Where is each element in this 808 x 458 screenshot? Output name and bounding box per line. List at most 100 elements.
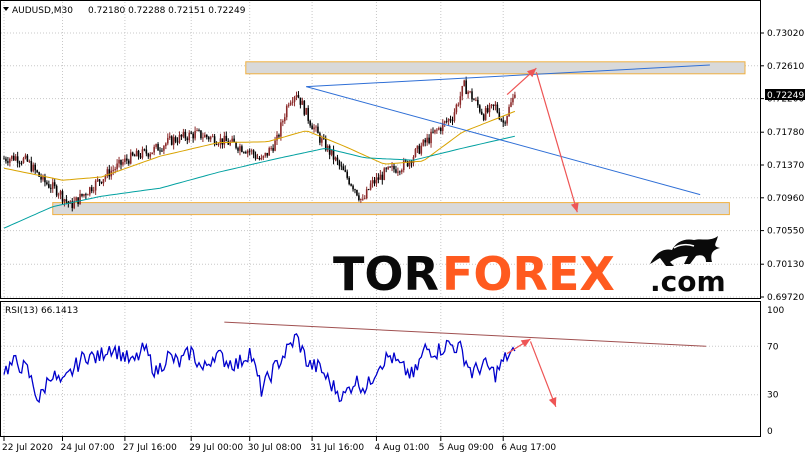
candle-body: [38, 172, 40, 177]
candle-body: [63, 199, 66, 202]
rsi-tick-label: 30: [767, 391, 779, 401]
candle-body: [174, 137, 177, 142]
candle-body: [375, 177, 378, 184]
candle-body: [264, 152, 267, 156]
candle-body: [420, 145, 423, 154]
candle-body: [20, 162, 23, 164]
candle-body: [475, 99, 477, 101]
candle-body: [120, 159, 122, 165]
candle-body: [262, 155, 265, 158]
candle-body: [352, 185, 354, 190]
candle-body: [79, 193, 81, 205]
candle-body: [104, 176, 107, 180]
candle-body: [295, 95, 298, 98]
candle-body: [401, 170, 403, 173]
candle-body: [196, 130, 198, 132]
candle-body: [34, 164, 36, 171]
candle-body: [354, 189, 356, 191]
candle-body: [9, 158, 11, 163]
candle-body: [221, 138, 224, 145]
candle-body: [254, 154, 257, 159]
candle-body: [118, 159, 120, 164]
candle-body: [332, 149, 335, 160]
candle-body: [143, 149, 146, 151]
rsi-panel: [0, 301, 761, 437]
candle-body: [404, 160, 407, 162]
candle-body: [301, 100, 304, 105]
candle-body: [18, 162, 21, 164]
candle-body: [114, 169, 116, 170]
candle-body: [126, 158, 128, 161]
candle-body: [204, 134, 206, 138]
time-tick-label: 27 Jul 16:00: [123, 443, 177, 453]
candle-body: [482, 114, 485, 120]
candle-body: [200, 130, 202, 139]
candle-body: [313, 127, 315, 130]
candle-body: [223, 135, 226, 145]
candle-body: [486, 108, 489, 113]
candle-body: [469, 91, 471, 93]
candle-body: [231, 138, 233, 142]
candle-body: [457, 104, 460, 106]
candle-body: [426, 137, 428, 143]
price-tick-label: 0.69720: [767, 293, 804, 303]
candle-body: [65, 199, 68, 202]
candle-body: [455, 104, 458, 113]
candle-body: [492, 104, 495, 106]
candle-body: [89, 187, 91, 195]
candle-body: [445, 121, 448, 123]
candle-body: [90, 187, 93, 192]
candle-body: [87, 194, 89, 196]
candle-body: [248, 150, 251, 152]
candle-body: [36, 170, 38, 173]
candle-body: [393, 165, 395, 170]
candle-body: [3, 158, 5, 160]
candle-body: [46, 182, 48, 185]
candle-body: [211, 136, 214, 138]
candle-body: [424, 139, 426, 143]
candle-body: [443, 121, 446, 123]
candle-body: [381, 174, 384, 180]
candle-body: [51, 182, 54, 189]
candle-body: [272, 148, 274, 151]
candle-body: [75, 197, 77, 201]
candle-body: [165, 143, 167, 147]
candle-body: [215, 144, 218, 145]
candle-body: [307, 107, 309, 121]
candle-body: [326, 145, 329, 151]
candle-body: [85, 194, 87, 196]
candle-body: [167, 137, 169, 144]
candle-body: [319, 133, 321, 143]
candle-body: [299, 97, 302, 105]
candle-body: [137, 150, 140, 157]
candle-body: [461, 86, 464, 97]
candle-body: [30, 161, 33, 172]
candle-body: [139, 156, 142, 158]
candle-body: [395, 169, 397, 173]
candle-body: [369, 183, 372, 190]
rsi-tick-label: 0: [767, 427, 773, 437]
price-tick-label: 0.71370: [767, 161, 804, 171]
candle-body: [256, 157, 259, 159]
candle-body: [172, 137, 175, 145]
candle-body: [321, 138, 323, 143]
rsi-tick-label: 70: [767, 342, 779, 352]
candle-body: [155, 144, 157, 147]
candle-body: [342, 166, 345, 171]
candle-body: [389, 166, 391, 168]
candle-body: [360, 198, 362, 200]
candle-body: [422, 139, 425, 146]
price-tick-label: 0.72610: [767, 62, 804, 72]
candle-body: [387, 166, 389, 169]
candle-body: [447, 119, 450, 122]
candle-body: [494, 104, 497, 106]
candle-body: [16, 156, 19, 163]
candle-body: [116, 163, 118, 170]
candle-body: [480, 111, 483, 115]
candle-body: [14, 156, 17, 161]
candle-body: [451, 120, 454, 122]
price-tick-label: 0.70130: [767, 260, 804, 270]
candle-body: [81, 193, 83, 196]
time-tick-label: 5 Aug 09:00: [439, 443, 494, 453]
current-price-label: 0.72249: [767, 91, 804, 101]
